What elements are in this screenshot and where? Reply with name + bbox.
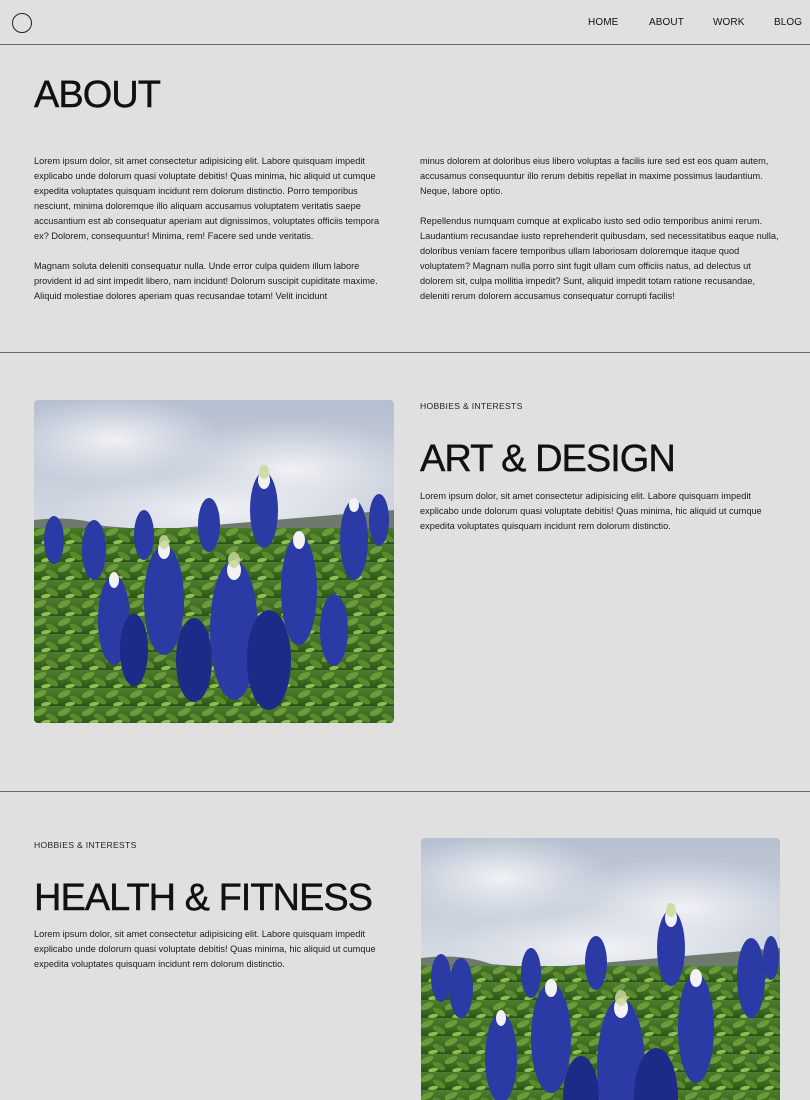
- section-title: HEALTH & FITNESS: [34, 877, 373, 919]
- about-right-column: minus dolorem at doloribus eius libero v…: [420, 154, 782, 304]
- section-eyebrow: HOBBIES & INTERESTS: [420, 401, 523, 411]
- section-body: Lorem ipsum dolor, sit amet consectetur …: [420, 491, 762, 531]
- nav-link-about[interactable]: ABOUT: [649, 17, 684, 28]
- nav-link-home[interactable]: HOME: [588, 17, 618, 28]
- nav-link-work[interactable]: WORK: [713, 17, 745, 28]
- section-title: ART & DESIGN: [420, 438, 676, 480]
- about-paragraph: Lorem ipsum dolor, sit amet consectetur …: [34, 156, 380, 241]
- about-paragraph: Magnam soluta deleniti consequatur nulla…: [34, 261, 378, 301]
- nav-link-blog[interactable]: BLOG: [774, 17, 802, 28]
- about-title: ABOUT: [34, 74, 161, 116]
- section-divider: [0, 791, 810, 792]
- circle-logo-icon[interactable]: [12, 13, 32, 33]
- about-left-column: Lorem ipsum dolor, sit amet consectetur …: [34, 154, 390, 304]
- section-eyebrow: HOBBIES & INTERESTS: [34, 840, 137, 850]
- section-divider: [0, 352, 810, 353]
- bluebonnet-photo: [421, 838, 780, 1100]
- page: HOME ABOUT WORK BLOG ABOUT Lorem ipsum d…: [0, 0, 810, 1100]
- bluebonnet-photo: [34, 400, 394, 723]
- top-nav: HOME ABOUT WORK BLOG: [0, 0, 810, 45]
- section-body: Lorem ipsum dolor, sit amet consectetur …: [34, 929, 376, 969]
- about-paragraph: minus dolorem at doloribus eius libero v…: [420, 156, 769, 196]
- about-paragraph: Repellendus numquam cumque at explicabo …: [420, 216, 779, 301]
